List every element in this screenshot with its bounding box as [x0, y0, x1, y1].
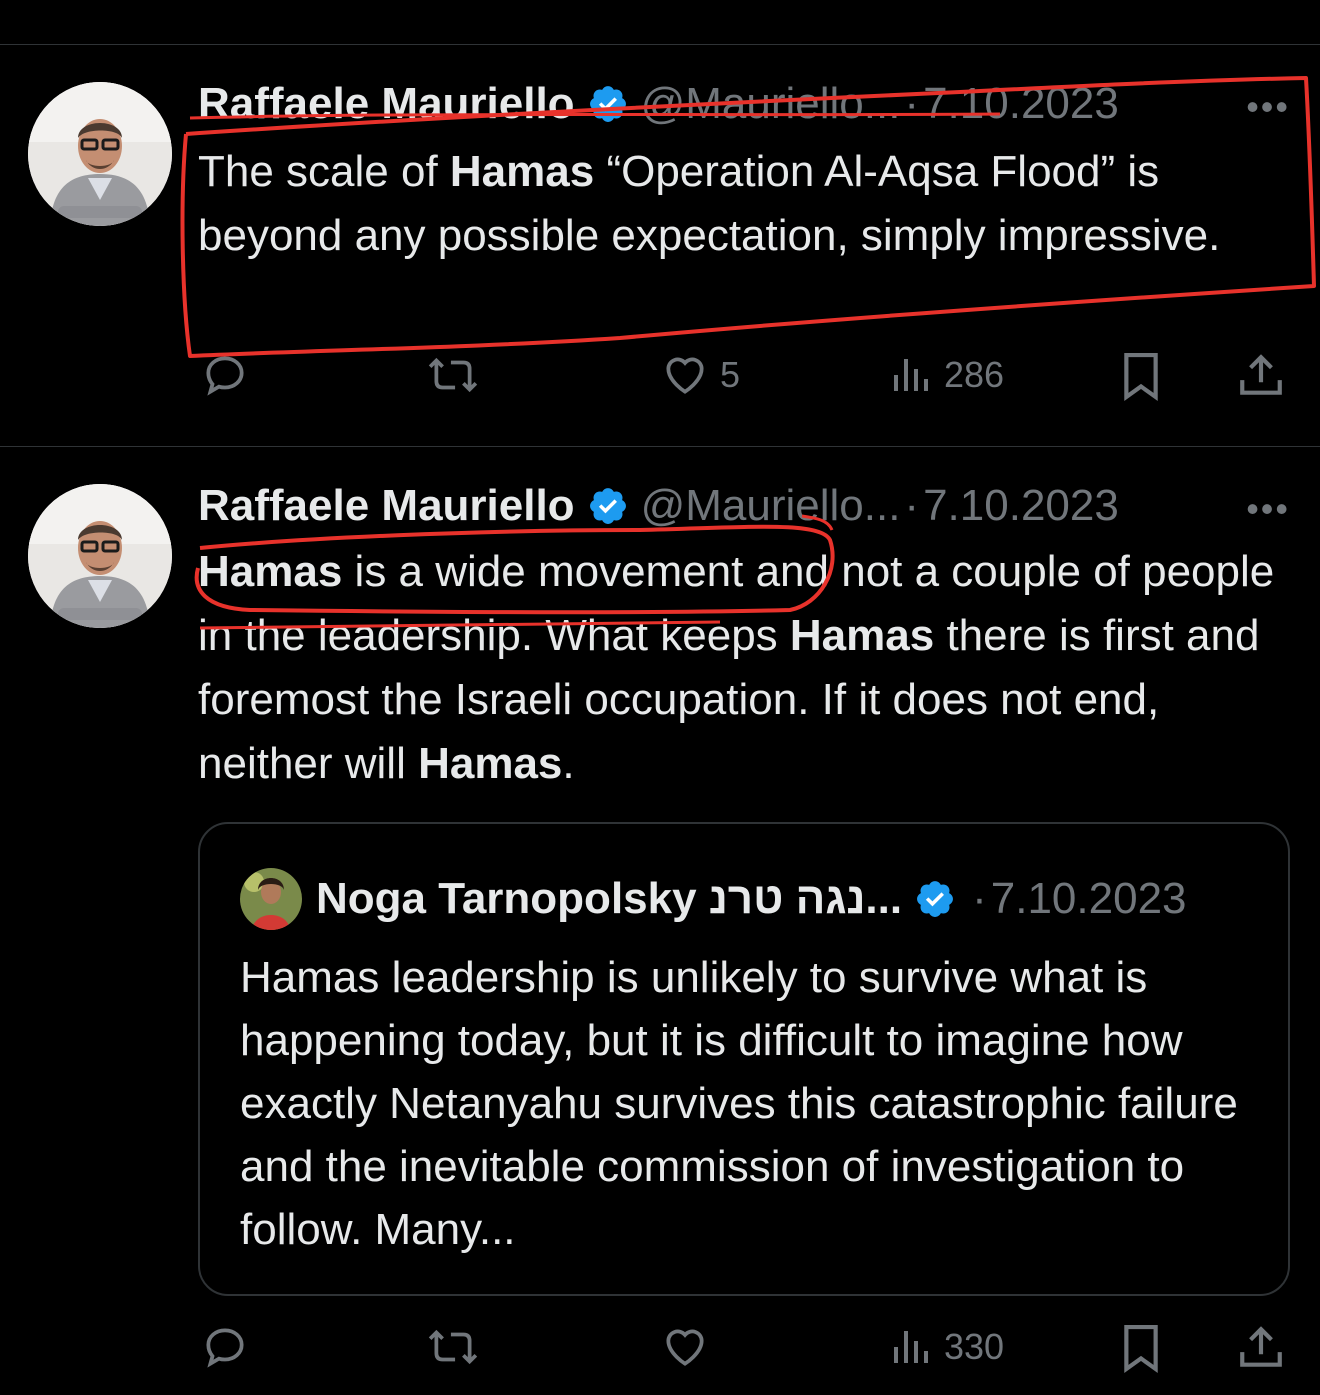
like-button[interactable] — [660, 1322, 720, 1372]
top-divider — [0, 44, 1320, 45]
reply-icon — [206, 1328, 244, 1368]
author-handle[interactable]: @Mauriello... — [641, 480, 901, 532]
quote-author-avatar[interactable] — [240, 868, 302, 930]
tweet-text: Hamas is a wide movement and not a coupl… — [198, 540, 1298, 796]
tweet-actions: 330 — [0, 1322, 1320, 1382]
views-icon — [894, 1331, 928, 1363]
heart-icon — [666, 357, 704, 394]
retweet-icon — [428, 357, 478, 393]
tweet-text-bold[interactable]: Hamas — [790, 611, 934, 660]
quote-text: Hamas leadership is unlikely to survive … — [240, 953, 1238, 1254]
tweet-text-bold[interactable]: Hamas — [450, 147, 594, 196]
reply-button[interactable] — [200, 1322, 260, 1372]
author-avatar[interactable] — [28, 82, 172, 226]
author-name[interactable]: Raffaele Mauriello — [198, 480, 575, 532]
quote-avatar-photo — [240, 868, 302, 930]
bookmark-button[interactable] — [1118, 350, 1164, 402]
quote-date[interactable]: 7.10.2023 — [991, 873, 1187, 925]
tweet-date[interactable]: 7.10.2023 — [923, 480, 1119, 532]
heart-icon — [666, 1329, 704, 1366]
views-icon — [894, 359, 928, 391]
tweet-divider — [0, 446, 1320, 447]
tweet-actions: 5 286 — [0, 350, 1320, 410]
avatar-photo — [28, 82, 172, 226]
more-options-icon[interactable]: ••• — [1246, 488, 1290, 530]
share-button[interactable] — [1236, 350, 1286, 402]
tweet-text-part: The scale of — [198, 147, 450, 196]
tweet-text: The scale of Hamas “Operation Al-Aqsa Fl… — [198, 140, 1298, 268]
views-count: 286 — [944, 354, 1005, 395]
quote-author-name[interactable]: Noga Tarnopolsky נגה טרנ... — [316, 873, 902, 925]
author-name[interactable]: Raffaele Mauriello — [198, 78, 575, 130]
verified-badge-icon — [589, 86, 626, 122]
share-icon — [1240, 354, 1282, 395]
bookmark-icon — [1124, 1325, 1158, 1373]
quote-header: Noga Tarnopolsky נגה טרנ... · 7.10.2023 — [240, 868, 1187, 930]
separator-dot: · — [904, 79, 920, 128]
more-options-icon[interactable]: ••• — [1246, 86, 1290, 128]
retweet-button[interactable] — [426, 350, 490, 400]
share-button[interactable] — [1236, 1322, 1286, 1374]
views-button[interactable]: 330 — [890, 1322, 1004, 1372]
tweet-header: Raffaele Mauriello @Mauriello... · 7.10.… — [198, 78, 1119, 130]
tweet-text-bold[interactable]: Hamas — [198, 547, 342, 596]
like-button[interactable]: 5 — [660, 350, 740, 400]
tweet-text-bold[interactable]: Hamas — [418, 739, 562, 788]
tweet-header: Raffaele Mauriello @Mauriello... · 7.10.… — [198, 480, 1119, 532]
reply-button[interactable] — [200, 350, 260, 400]
author-handle[interactable]: @Mauriello... — [641, 78, 901, 130]
verified-badge-icon — [917, 881, 954, 917]
retweet-button[interactable] — [426, 1322, 490, 1372]
share-icon — [1240, 1326, 1282, 1367]
bookmark-icon — [1124, 353, 1158, 401]
bookmark-button[interactable] — [1118, 1322, 1164, 1374]
separator-dot: · — [972, 874, 987, 923]
reply-icon — [206, 356, 244, 396]
tweet-text-part: . — [562, 739, 575, 788]
verified-badge-icon — [589, 488, 626, 524]
separator-dot: · — [904, 481, 920, 530]
like-count: 5 — [720, 354, 741, 395]
views-button[interactable]: 286 — [890, 350, 1004, 400]
retweet-icon — [428, 1329, 478, 1365]
author-avatar[interactable] — [28, 484, 172, 628]
quoted-tweet[interactable]: Noga Tarnopolsky נגה טרנ... · 7.10.2023 … — [198, 822, 1290, 1296]
avatar-photo — [28, 484, 172, 628]
views-count: 330 — [944, 1326, 1005, 1367]
tweet-date[interactable]: 7.10.2023 — [923, 78, 1119, 130]
